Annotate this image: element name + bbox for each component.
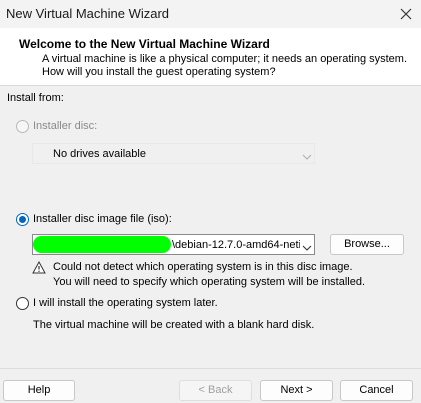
iso-path-value: \debian-12.7.0-amd64-netir (172, 239, 300, 251)
installer-disc-dropdown-value: No drives available (53, 148, 146, 160)
iso-radio[interactable] (16, 213, 29, 226)
iso-path-combobox[interactable]: \debian-12.7.0-amd64-netir (32, 234, 315, 255)
iso-label: Installer disc image file (iso): (33, 213, 172, 225)
wizard-header: Welcome to the New Virtual Machine Wizar… (0, 28, 421, 86)
wizard-heading: Welcome to the New Virtual Machine Wizar… (19, 37, 270, 51)
install-from-label: Install from: (7, 92, 64, 104)
installer-disc-radio[interactable] (16, 120, 29, 133)
installer-disc-label: Installer disc: (33, 120, 98, 132)
back-button[interactable]: < Back (179, 380, 252, 401)
cancel-button[interactable]: Cancel (340, 380, 413, 401)
install-later-radio[interactable] (16, 297, 29, 310)
chevron-down-icon (302, 150, 312, 160)
footer-divider (0, 368, 421, 369)
window-title: New Virtual Machine Wizard (6, 6, 170, 21)
redaction-mark (33, 236, 171, 253)
title-bar: New Virtual Machine Wizard (0, 0, 421, 28)
help-button[interactable]: Help (3, 380, 75, 401)
installer-disc-dropdown[interactable]: No drives available (32, 143, 315, 164)
install-later-label: I will install the operating system late… (33, 297, 218, 309)
chevron-down-icon (302, 241, 312, 251)
warning-triangle-icon (32, 260, 46, 274)
install-later-note: The virtual machine will be created with… (33, 319, 315, 331)
warning-line-2: You will need to specify which operating… (53, 276, 366, 288)
close-icon[interactable] (397, 5, 415, 23)
warning-line-1: Could not detect which operating system … (53, 261, 353, 273)
wizard-description: A virtual machine is like a physical com… (42, 53, 408, 78)
browse-button[interactable]: Browse... (330, 234, 404, 255)
next-button[interactable]: Next > (260, 380, 333, 401)
